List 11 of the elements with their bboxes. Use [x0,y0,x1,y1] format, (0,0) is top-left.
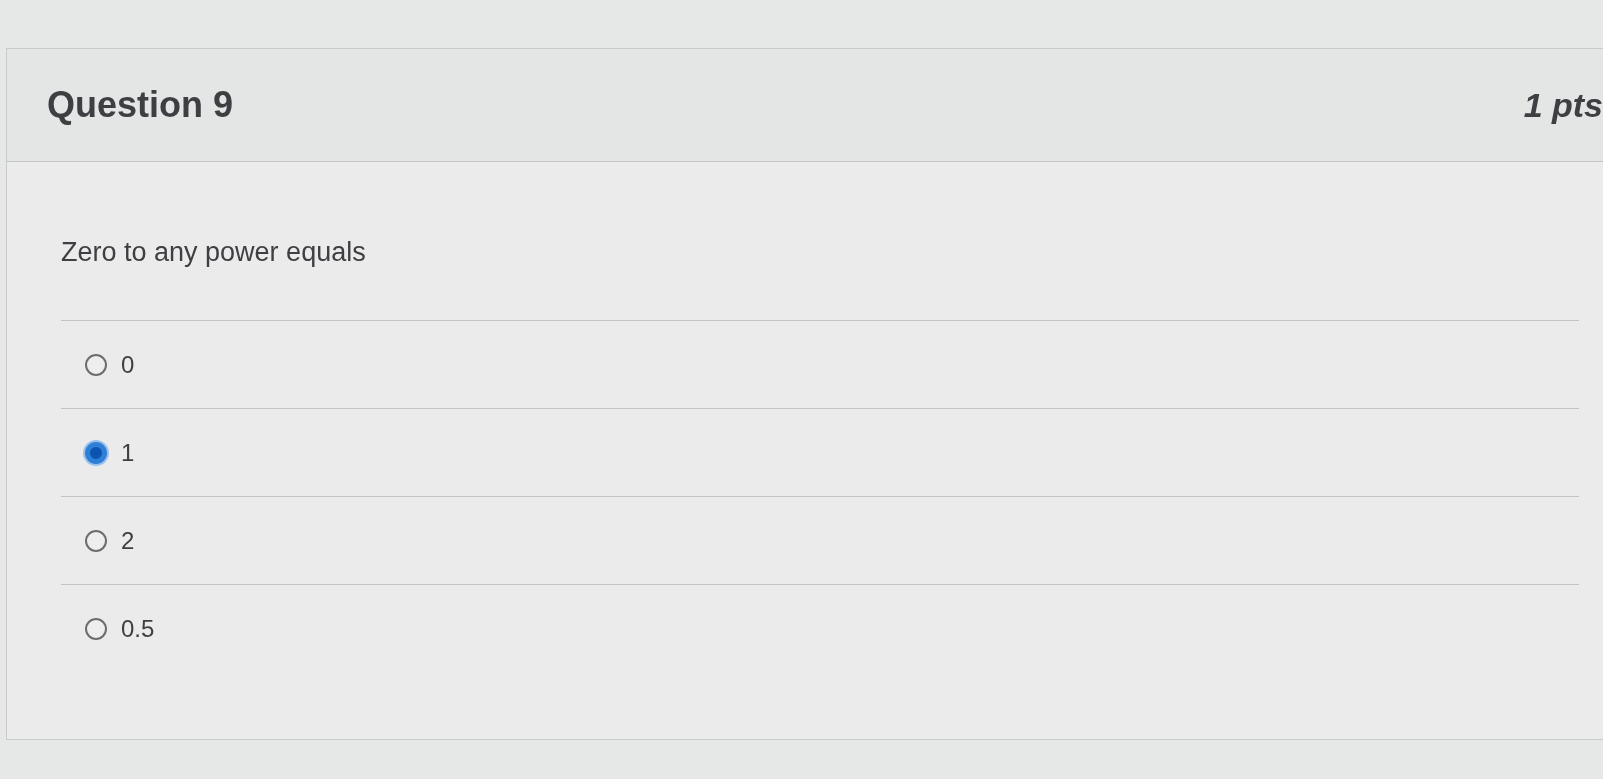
answer-label: 1 [121,437,135,468]
question-title: Question 9 [47,83,234,127]
answer-label: 0.5 [121,614,155,644]
radio-button[interactable] [85,529,107,552]
radio-button[interactable] [85,441,107,464]
answer-label: 2 [121,525,135,556]
points-label: 1 pts [1523,84,1603,126]
question-text: Zero to any power equals [61,236,367,269]
answer-label: 0 [121,349,135,380]
radio-button[interactable] [85,618,107,640]
radio-button[interactable] [85,353,107,376]
